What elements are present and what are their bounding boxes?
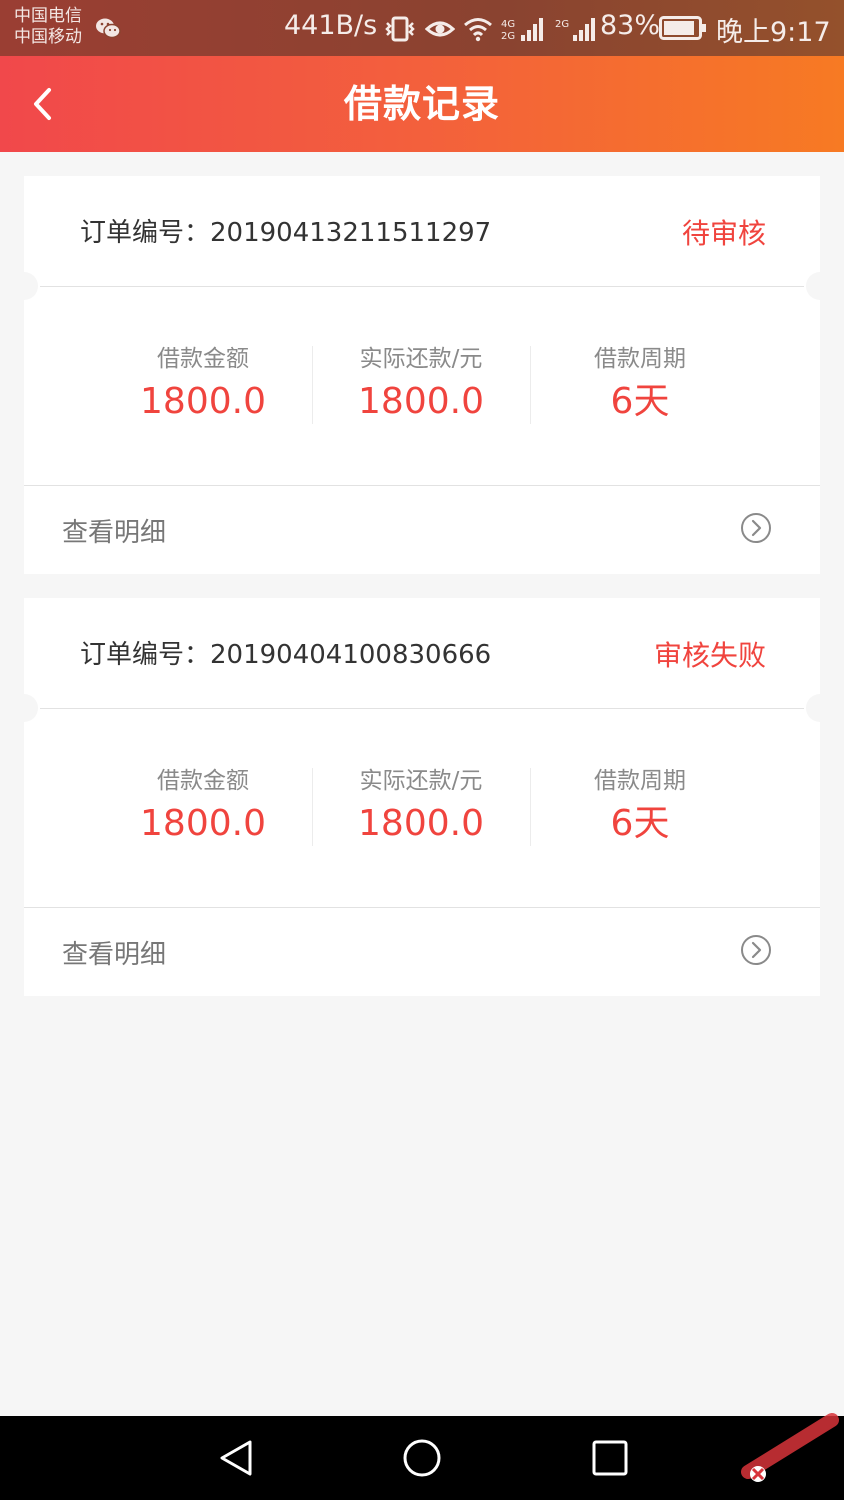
back-button[interactable] [22,78,62,130]
loan-stats: 借款金额 1800.0 实际还款/元 1800.0 借款周期 6天 [24,748,820,848]
stat-value: 1800.0 [140,381,266,422]
status-badge: 待审核 [681,217,766,250]
stat-value: 6天 [610,381,670,422]
stat-value: 6天 [610,803,670,844]
svg-text:4G: 4G [501,19,515,30]
signal-2g-icon: 2G [555,18,595,41]
carrier-1: 中国电信 [14,6,82,26]
stat-label: 实际还款/元 [359,346,483,372]
chevron-right-circle-icon [741,513,771,543]
signal-4g-icon: 4G 2G [501,18,543,42]
chevron-right-circle-icon [741,935,771,965]
stat-value: 1800.0 [140,803,266,844]
battery-percent: 83% [600,10,661,41]
svg-text:2G: 2G [501,31,515,42]
stat-value: 1800.0 [358,803,484,844]
battery-icon [659,16,706,40]
view-details-button[interactable]: 查看明细 [24,486,820,574]
order-number: 订单编号：20190413211511297 [80,218,492,248]
stat-loan-period: 借款周期 6天 [531,766,749,848]
stat-value: 1800.0 [358,381,484,422]
stat-loan-amount: 借款金额 1800.0 [94,344,312,426]
card-header: 订单编号：20190413211511297 待审核 [24,176,820,286]
ticket-notch-right [806,694,834,722]
wechat-icon [96,18,121,39]
status-bar: 中国电信 中国移动 441B/s 4G 2G 2G 83% 晚上9:17 [0,0,844,56]
net-speed: 441B/s [284,10,378,41]
app-header: 借款记录 [0,56,844,152]
divider [40,708,804,709]
view-details-label: 查看明细 [62,518,167,548]
system-nav-bar [0,1416,844,1500]
status-badge: 审核失败 [653,639,766,672]
stat-actual-repayment: 实际还款/元 1800.0 [312,766,530,848]
status-icons: 4G 2G 2G [383,14,599,44]
ticket-notch-left [10,694,38,722]
carrier-2: 中国移动 [14,27,82,47]
page-title: 借款记录 [343,82,500,126]
carrier-info: 中国电信 中国移动 [14,6,82,48]
eye-icon [425,21,455,37]
loan-stats: 借款金额 1800.0 实际还款/元 1800.0 借款周期 6天 [24,326,820,426]
nav-home-icon[interactable] [400,1436,444,1480]
nav-back-icon[interactable] [214,1436,258,1480]
clock: 晚上9:17 [716,17,831,48]
card-header: 订单编号：20190404100830666 审核失败 [24,598,820,708]
stat-label: 借款金额 [157,768,249,794]
stat-label: 借款周期 [594,768,686,794]
stat-label: 实际还款/元 [359,768,483,794]
vibrate-icon [385,16,415,42]
stat-actual-repayment: 实际还款/元 1800.0 [312,344,530,426]
view-details-button[interactable]: 查看明细 [24,908,820,996]
loan-record-card[interactable]: 订单编号：20190413211511297 待审核 借款金额 1800.0 实… [10,176,834,574]
svg-text:2G: 2G [555,19,569,30]
watermark-logo [741,1413,839,1482]
ticket-notch-left [10,272,38,300]
nav-recent-icon[interactable] [588,1436,632,1480]
stat-label: 借款金额 [157,346,249,372]
wifi-icon [464,18,492,42]
stat-loan-amount: 借款金额 1800.0 [94,766,312,848]
order-number: 订单编号：20190404100830666 [80,640,492,670]
chevron-left-icon [34,88,51,120]
stat-loan-period: 借款周期 6天 [531,344,749,426]
divider [40,286,804,287]
stat-label: 借款周期 [594,346,686,372]
ticket-notch-right [806,272,834,300]
view-details-label: 查看明细 [62,940,167,970]
loan-record-card[interactable]: 订单编号：20190404100830666 审核失败 借款金额 1800.0 … [10,598,834,996]
